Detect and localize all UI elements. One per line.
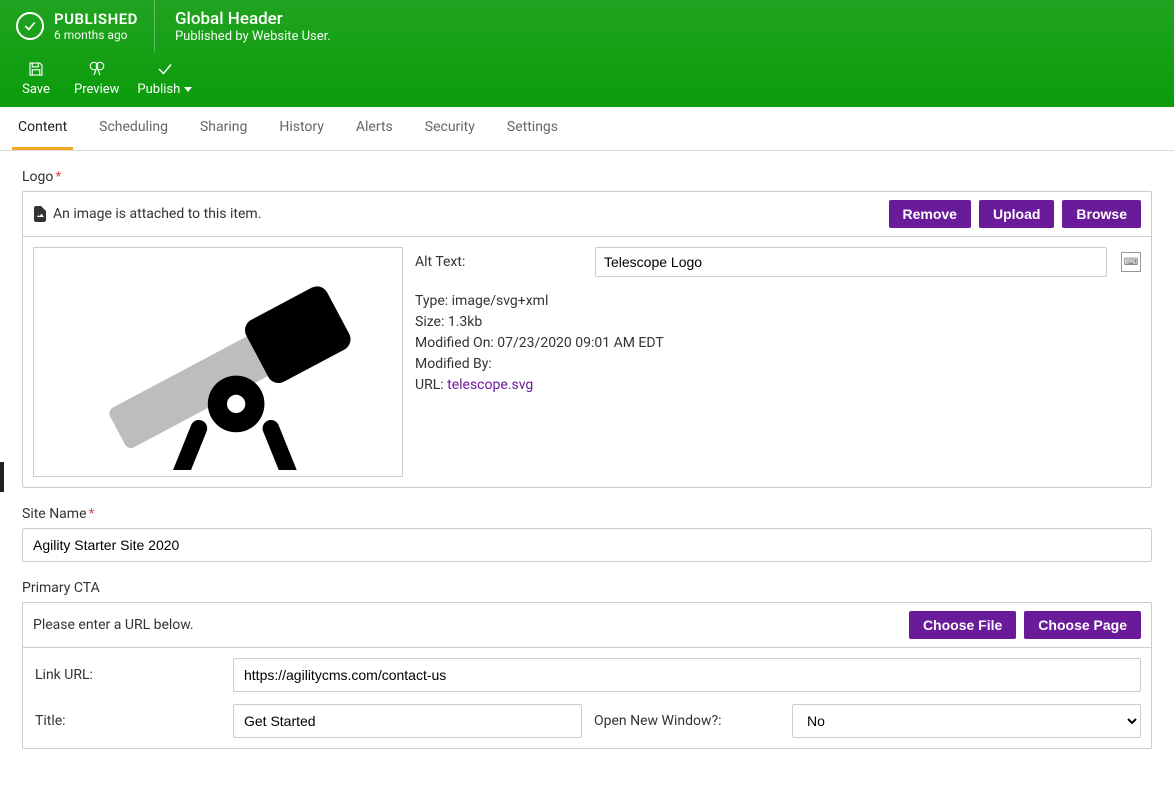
side-handle[interactable]: [0, 462, 4, 492]
logo-label: Logo*: [22, 169, 1152, 185]
content-panel: Logo* An image is attached to this item.…: [0, 151, 1174, 785]
toolbar: Save Preview Publish: [0, 52, 1174, 107]
preview-button[interactable]: Preview: [74, 60, 119, 97]
file-image-icon: [33, 206, 47, 222]
choose-page-button[interactable]: Choose Page: [1024, 611, 1141, 639]
primary-cta-label: Primary CTA: [22, 580, 1152, 596]
browse-button[interactable]: Browse: [1062, 200, 1141, 228]
open-new-window-select[interactable]: No: [792, 704, 1141, 738]
site-name-input[interactable]: [22, 528, 1152, 562]
upload-button[interactable]: Upload: [979, 200, 1054, 228]
title-block: Global Header Published by Website User.: [155, 0, 351, 52]
save-icon: [26, 60, 46, 78]
tab-scheduling[interactable]: Scheduling: [93, 107, 174, 150]
alt-text-input[interactable]: [595, 247, 1107, 277]
cta-hint: Please enter a URL below.: [33, 617, 194, 633]
cta-title-input[interactable]: [233, 704, 582, 738]
tabs: Content Scheduling Sharing History Alert…: [0, 107, 1174, 151]
open-new-window-label: Open New Window?:: [592, 713, 782, 729]
publish-icon: [155, 60, 175, 78]
primary-cta-field: Please enter a URL below. Choose File Ch…: [22, 602, 1152, 749]
image-metadata: Type: image/svg+xml Size: 1.3kb Modified…: [415, 291, 1141, 396]
tab-alerts[interactable]: Alerts: [350, 107, 399, 150]
attached-message: An image is attached to this item.: [53, 206, 261, 222]
cta-title-label: Title:: [33, 713, 223, 729]
tab-sharing[interactable]: Sharing: [194, 107, 253, 150]
publish-button[interactable]: Publish: [137, 60, 192, 97]
preview-icon: [87, 60, 107, 78]
link-url-input[interactable]: [233, 658, 1141, 692]
tab-history[interactable]: History: [273, 107, 330, 150]
status-block: PUBLISHED 6 months ago: [0, 0, 155, 52]
chevron-down-icon: [184, 87, 192, 92]
tab-settings[interactable]: Settings: [501, 107, 564, 150]
status-time: 6 months ago: [54, 28, 138, 42]
save-button[interactable]: Save: [16, 60, 56, 97]
page-subtitle: Published by Website User.: [175, 29, 331, 44]
page-title: Global Header: [175, 9, 331, 29]
remove-button[interactable]: Remove: [889, 200, 971, 228]
logo-field: An image is attached to this item. Remov…: [22, 191, 1152, 488]
keyboard-icon[interactable]: ⌨: [1121, 252, 1141, 272]
choose-file-button[interactable]: Choose File: [909, 611, 1016, 639]
status-label: PUBLISHED: [54, 10, 138, 28]
tab-content[interactable]: Content: [12, 107, 73, 150]
alt-text-label: Alt Text:: [415, 254, 585, 270]
site-name-label: Site Name*: [22, 506, 1152, 522]
tab-security[interactable]: Security: [419, 107, 481, 150]
image-url-link[interactable]: telescope.svg: [447, 377, 533, 393]
link-url-label: Link URL:: [33, 667, 223, 683]
page-header: PUBLISHED 6 months ago Global Header Pub…: [0, 0, 1174, 107]
check-circle-icon: [16, 12, 44, 40]
image-preview: [33, 247, 403, 477]
telescope-icon: [43, 254, 393, 471]
